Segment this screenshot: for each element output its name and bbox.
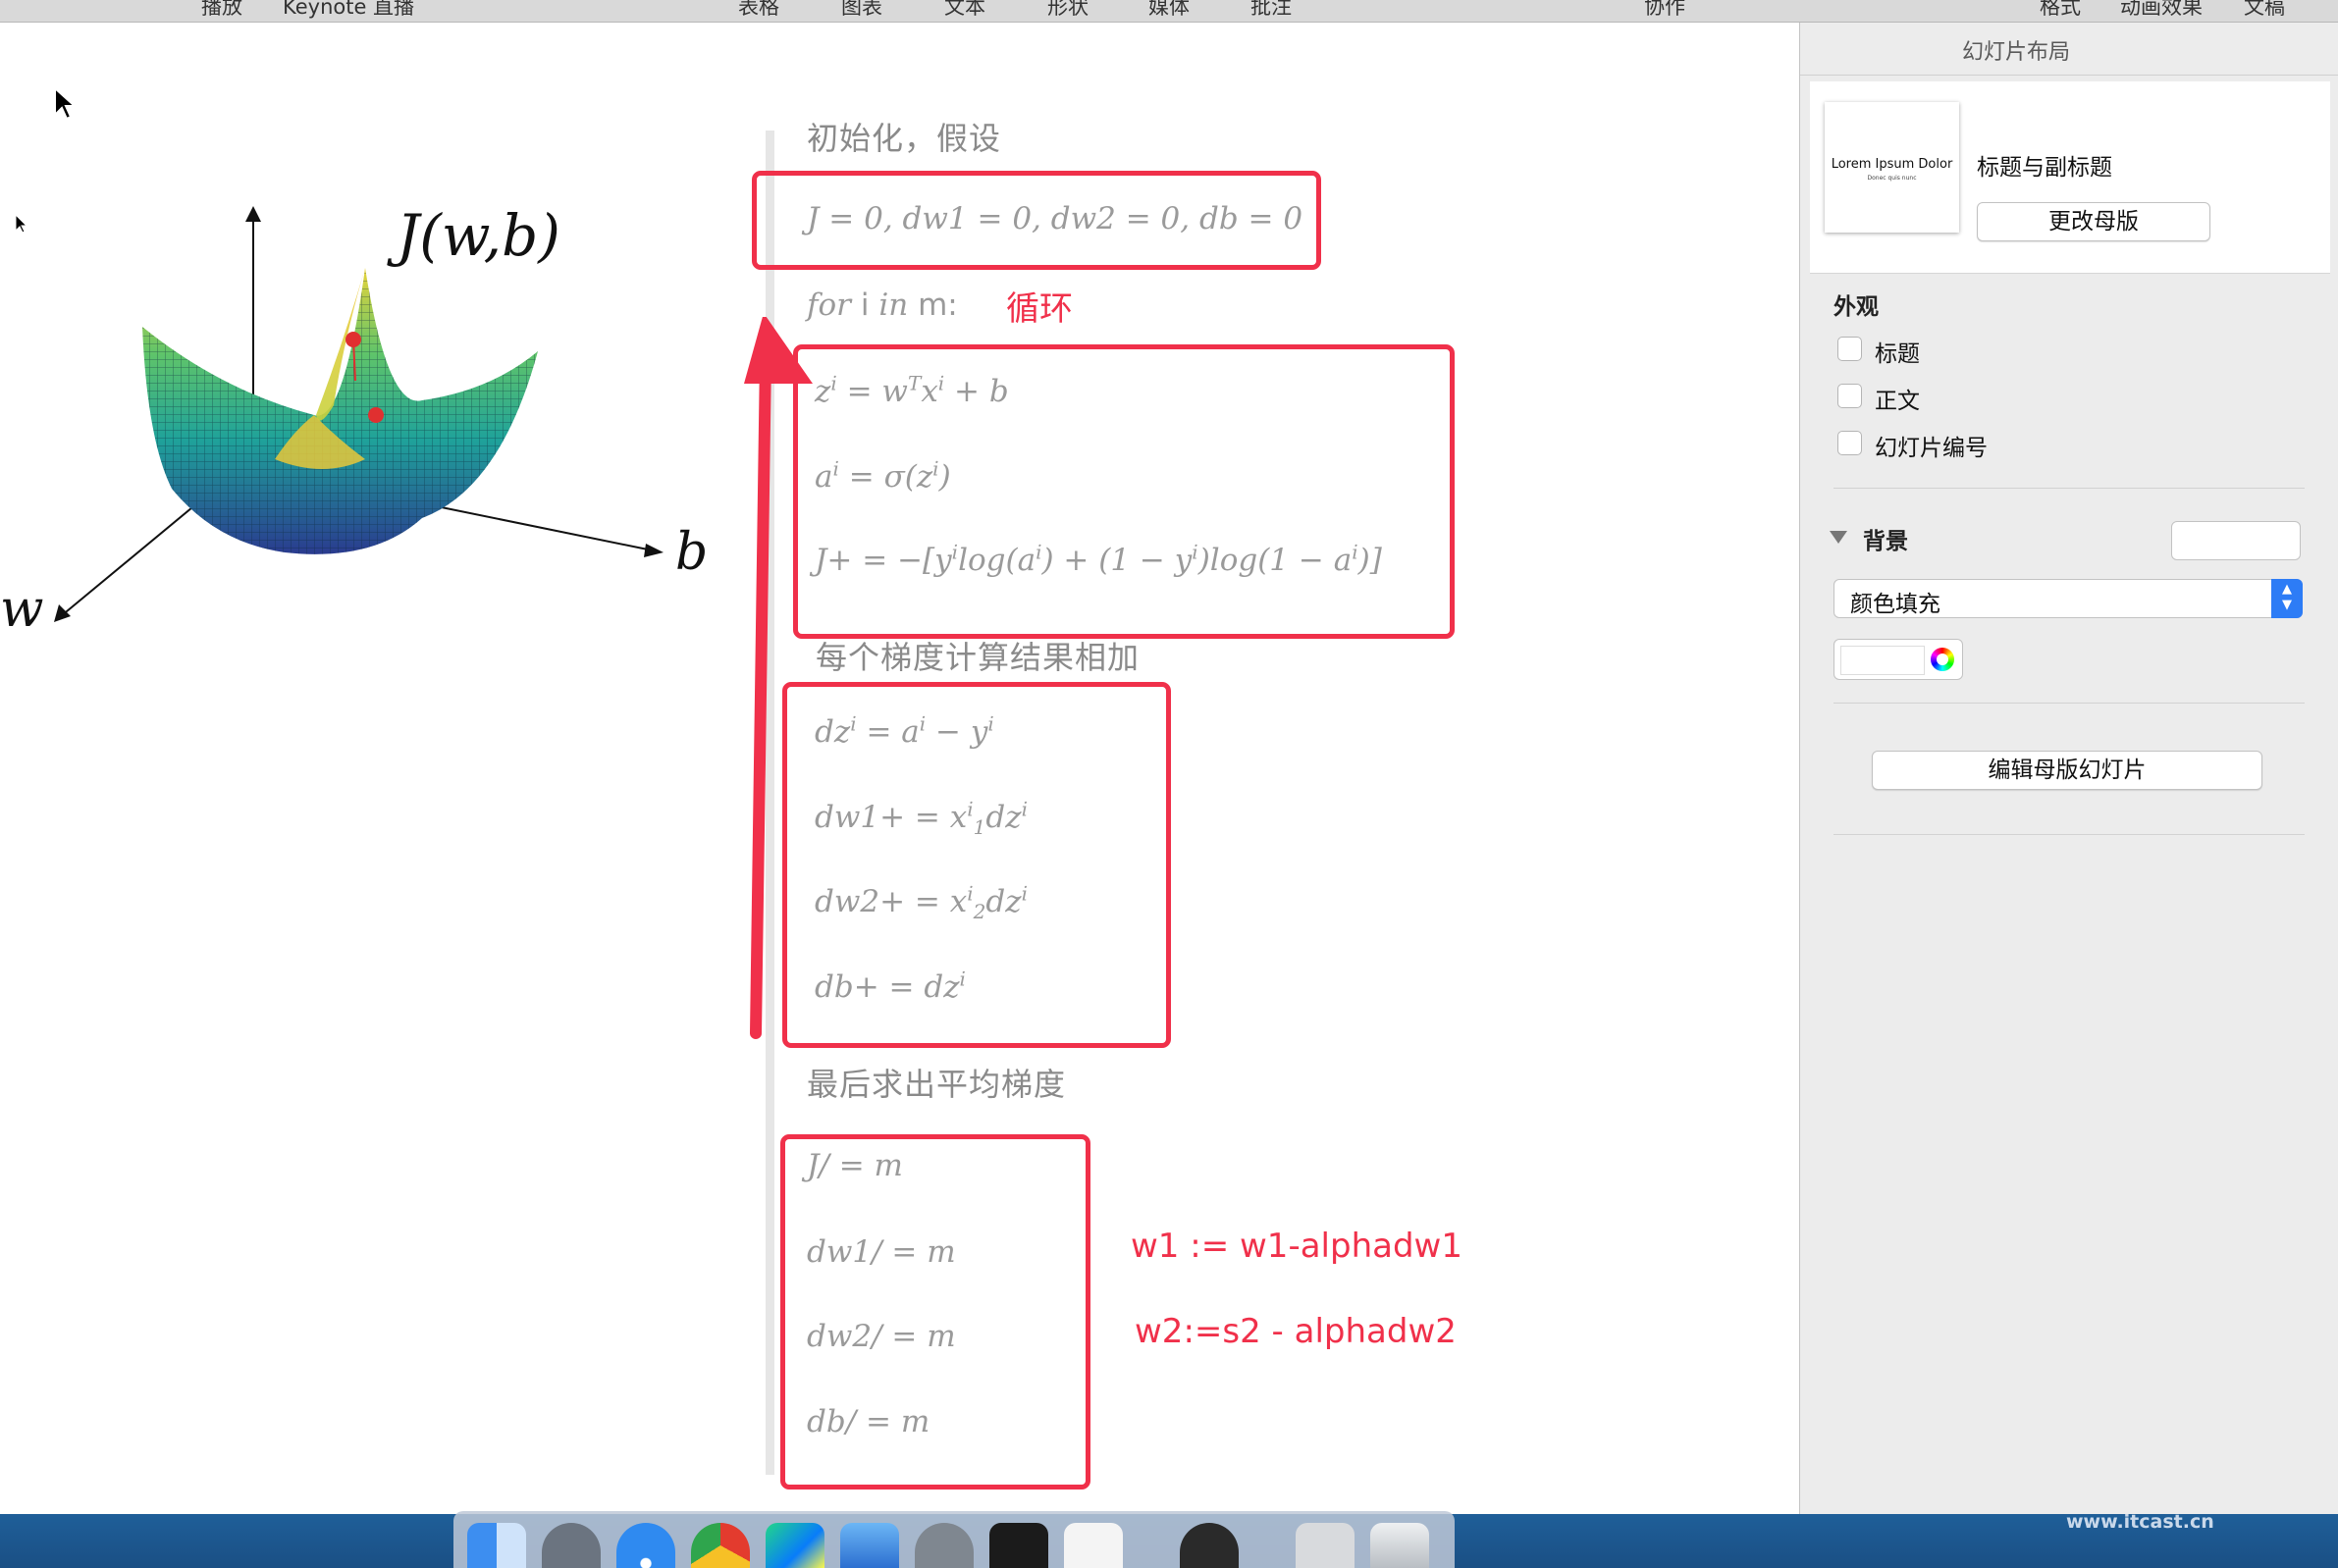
launchpad-icon[interactable] [542,1523,601,1568]
update-w2-note: w2:=s2 - alphadw2 [1135,1312,1457,1351]
system-preferences-icon[interactable] [915,1523,974,1568]
color-wheel-icon[interactable] [1931,648,1954,671]
toolbar-comment[interactable]: 批注 [1250,0,1292,21]
format-inspector: 幻灯片布局 Lorem Ipsum Dolor Donec quis nunc … [1799,23,2338,1514]
cost-accumulate-formula: J+ = −[yilog(ai) + (1 − yi)log(1 − ai)] [815,540,1382,578]
inspector-title: 幻灯片布局 [1961,40,2070,65]
dock [453,1511,1455,1568]
color-well-swatch[interactable] [1840,646,1925,675]
background-heading: 背景 [1863,529,1908,554]
keynote-toolbar: 播放 Keynote 直播 表格 图表 文本 形状 媒体 批注 协作 [0,0,1799,23]
inspector-title-divider [1800,75,2338,76]
body-checkbox[interactable] [1837,384,1862,408]
fill-type-select[interactable]: 颜色填充 ▲ ▼ [1833,579,2303,618]
b-axis-label: b [675,523,708,582]
tab-format[interactable]: 格式 [2040,0,2081,21]
grad-dw2-formula: dw2+ = xi2dzi [815,881,1028,924]
slide-canvas[interactable]: J(w,b) w b 初始化，假设 J = 0, dw1 = 0, dw2 = … [0,23,1799,1514]
chrome-icon[interactable] [691,1523,750,1568]
appearance-heading: 外观 [1833,294,1879,320]
edit-master-slide-button[interactable]: 编辑母版幻灯片 [1872,751,2262,790]
avg-j-formula: J/ = m [807,1148,903,1183]
title-checkbox-label: 标题 [1875,341,1920,367]
keynote-icon[interactable] [840,1523,899,1568]
safari-icon[interactable] [616,1523,675,1568]
thumbnail-subtitle: Donec quis nunc [1867,175,1917,182]
slide-layout-card: Lorem Ipsum Dolor Donec quis nunc 标题与副标题… [1810,81,2330,274]
watermark: www.itcast.cn [2066,1511,2214,1533]
forward-z-formula: zi = wTxi + b [815,371,1009,409]
gradient-point [368,407,384,423]
slide-number-checkbox[interactable] [1837,431,1862,455]
layout-name: 标题与副标题 [1977,155,2112,181]
fill-type-value: 颜色填充 [1850,592,1940,617]
typora-icon[interactable] [1064,1523,1123,1568]
surface-label: J(w,b) [387,202,560,269]
slide-number-checkbox-label: 幻灯片编号 [1875,436,1988,461]
inspector-tabs: 格式 动画效果 文稿 [1799,0,2338,23]
toolbar-keynote-live[interactable]: Keynote 直播 [283,0,414,21]
select-chevron-icon[interactable]: ▲ ▼ [2271,579,2303,618]
loop-note: 循环 [1006,289,1073,329]
toolbar-collaborate[interactable]: 协作 [1644,0,1685,21]
loop-end: m: [918,287,958,323]
init-formula: J = 0, dw1 = 0, dw2 = 0, db = 0 [807,201,1303,236]
avg-dw2-formula: dw2/ = m [807,1319,956,1354]
loop-arrow-icon [744,317,813,1039]
loop-var: i [860,287,870,323]
change-master-button[interactable]: 更改母版 [1977,202,2210,241]
tab-animate[interactable]: 动画效果 [2120,0,2203,21]
body-checkbox-label: 正文 [1875,389,1920,414]
b-axis-line [421,502,649,550]
grad-db-formula: db+ = dzi [815,967,966,1005]
heading-sum-gradients: 每个梯度计算结果相加 [816,639,1141,676]
toolbar-media[interactable]: 媒体 [1148,0,1190,21]
color-well[interactable] [1833,639,1963,680]
layout-thumbnail[interactable]: Lorem Ipsum Dolor Donec quis nunc [1825,102,1959,233]
trash-icon[interactable] [1370,1523,1429,1568]
screen-recorder-icon[interactable] [1296,1523,1355,1568]
section-divider [1833,834,2305,835]
section-divider [1833,488,2305,489]
pycharm-icon[interactable] [766,1523,824,1568]
title-checkbox[interactable] [1837,337,1862,361]
loop-in: in [878,287,909,323]
j-axis-arrow-icon [245,206,261,222]
avg-dw1-formula: dw1/ = m [807,1234,956,1270]
heading-average: 最后求出平均梯度 [807,1066,1067,1103]
avg-db-formula: db/ = m [807,1404,930,1439]
heading-init: 初始化，假设 [807,120,1002,157]
w-axis-label: w [0,580,44,639]
background-color-swatch[interactable] [2171,521,2301,560]
obs-icon[interactable] [1180,1523,1239,1568]
w-axis-arrow-icon [54,604,71,622]
mouse-cursor-icon [54,85,78,121]
toolbar-text[interactable]: 文本 [944,0,985,21]
terminal-icon[interactable] [989,1523,1048,1568]
b-axis-arrow-icon [644,544,664,557]
toolbar-shape[interactable]: 形状 [1047,0,1089,21]
toolbar-table[interactable]: 表格 [738,0,779,21]
grad-dw1-formula: dw1+ = xi1dzi [815,797,1028,840]
finder-icon[interactable] [467,1523,526,1568]
thumbnail-title: Lorem Ipsum Dolor [1831,157,1953,172]
cost-surface-plot: J(w,b) w b [0,202,708,639]
tab-document[interactable]: 文稿 [2244,0,2285,21]
forward-a-formula: ai = σ(zi) [815,456,951,495]
disclosure-triangle-icon[interactable] [1830,531,1847,544]
grad-dz-formula: dzi = ai − yi [815,711,994,750]
loop-line: for i in m: [807,287,958,323]
toolbar-play[interactable]: 播放 [201,0,242,21]
update-w1-note: w1 := w1-alphadw1 [1131,1227,1462,1266]
toolbar-chart[interactable]: 图表 [841,0,882,21]
section-divider [1833,703,2305,704]
